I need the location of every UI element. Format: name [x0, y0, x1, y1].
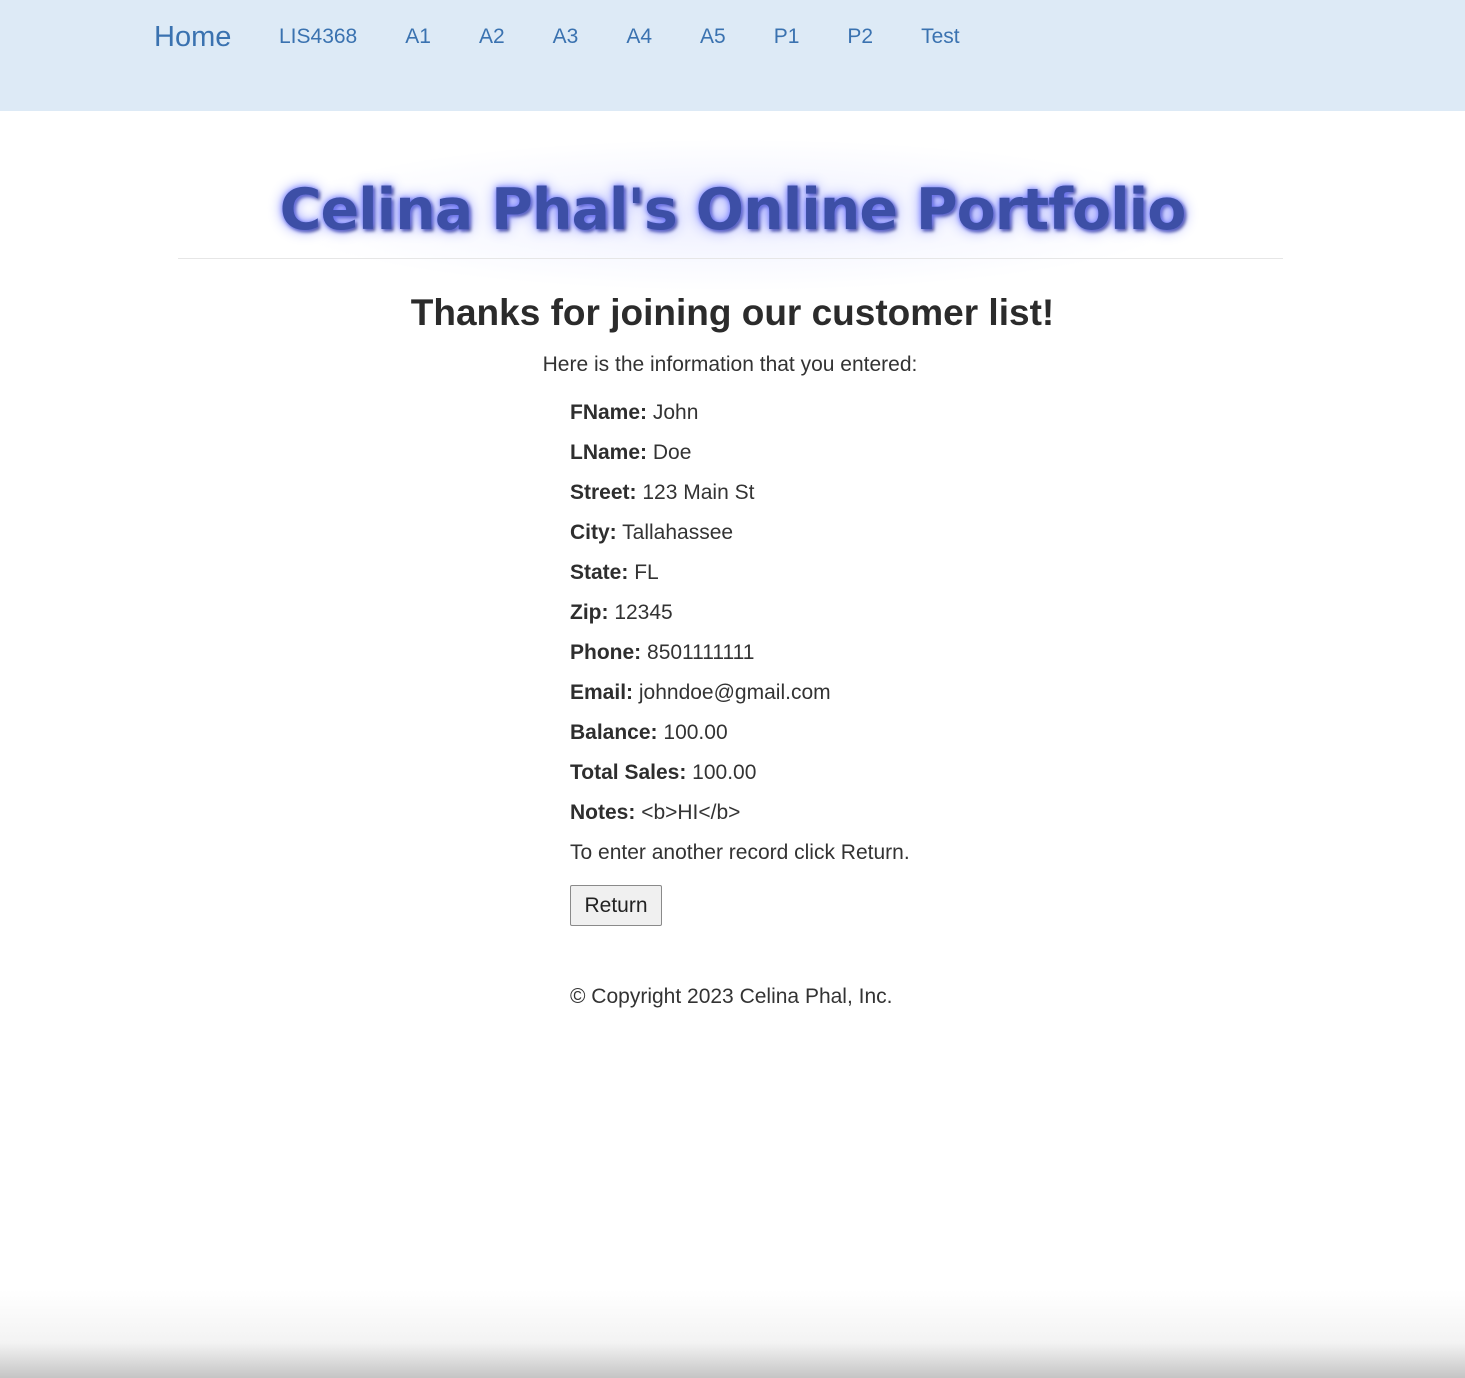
- page-heading: Thanks for joining our customer list!: [410, 292, 1055, 333]
- field-value: 8501111111: [647, 641, 755, 664]
- field-label: Balance:: [570, 721, 658, 744]
- copyright-text: © Copyright 2023 Celina Phal, Inc.: [570, 985, 893, 1008]
- return-prompt: To enter another record click Return.: [570, 841, 910, 864]
- info-row-street: Street: 123 Main St: [570, 479, 1270, 519]
- nav-link-a5[interactable]: A5: [700, 23, 726, 51]
- field-value: Tallahassee: [622, 521, 734, 544]
- field-value: John: [652, 401, 699, 424]
- field-value: 100.00: [663, 721, 728, 744]
- customer-info: FName: John LName: Doe Street: 123 Main …: [570, 399, 1270, 879]
- site-title: Celina Phal's Online Portfolio: [279, 177, 1187, 243]
- nav-link-a4[interactable]: A4: [626, 23, 652, 51]
- info-row-city: City: Tallahassee: [570, 519, 1270, 559]
- nav-links: LIS4368 A1 A2 A3 A4 A5 P1 P2 Test: [279, 23, 1008, 51]
- intro-text: Here is the information that you entered…: [542, 353, 918, 376]
- field-label: Email:: [570, 681, 634, 704]
- info-row-zip: Zip: 12345: [570, 599, 1270, 639]
- field-label: Phone:: [570, 641, 642, 664]
- field-label: Street:: [570, 481, 637, 504]
- nav-link-p2[interactable]: P2: [847, 23, 873, 51]
- info-row-total-sales: Total Sales: 100.00: [570, 759, 1270, 799]
- info-row-phone: Phone: 8501111111: [570, 639, 1270, 679]
- info-row-email: Email: johndoe@gmail.com: [570, 679, 1270, 719]
- field-value: 123 Main St: [642, 481, 755, 504]
- header-divider: [178, 258, 1283, 259]
- field-value: 100.00: [692, 761, 757, 784]
- nav-link-a2[interactable]: A2: [479, 23, 505, 51]
- nav-home-link[interactable]: Home: [154, 19, 231, 55]
- top-navbar: Home LIS4368 A1 A2 A3 A4 A5 P1 P2 Test: [0, 0, 1465, 111]
- field-value: <b>HI</b>: [641, 801, 741, 824]
- field-label: City:: [570, 521, 617, 544]
- field-value: Doe: [652, 441, 692, 464]
- nav-link-a3[interactable]: A3: [553, 23, 579, 51]
- field-value: johndoe@gmail.com: [638, 681, 831, 704]
- info-row-lname: LName: Doe: [570, 439, 1270, 479]
- field-label: State:: [570, 561, 629, 584]
- nav-link-lis4368[interactable]: LIS4368: [279, 23, 357, 51]
- field-label: LName:: [570, 441, 648, 464]
- field-label: Zip:: [570, 601, 609, 624]
- field-label: Notes:: [570, 801, 636, 824]
- info-row-balance: Balance: 100.00: [570, 719, 1270, 759]
- field-label: Total Sales:: [570, 761, 687, 784]
- field-value: 12345: [614, 601, 673, 624]
- nav-link-test[interactable]: Test: [921, 23, 960, 51]
- nav-link-p1[interactable]: P1: [774, 23, 800, 51]
- page: Home LIS4368 A1 A2 A3 A4 A5 P1 P2 Test C…: [0, 0, 1465, 1378]
- window-bottom-shadow: [0, 1290, 1465, 1378]
- info-row-state: State: FL: [570, 559, 1270, 599]
- field-label: FName:: [570, 401, 648, 424]
- nav-link-a1[interactable]: A1: [405, 23, 431, 51]
- return-button[interactable]: Return: [570, 885, 662, 926]
- info-row-notes: Notes: <b>HI</b>: [570, 799, 1270, 839]
- field-value: FL: [634, 561, 659, 584]
- info-row-fname: FName: John: [570, 399, 1270, 439]
